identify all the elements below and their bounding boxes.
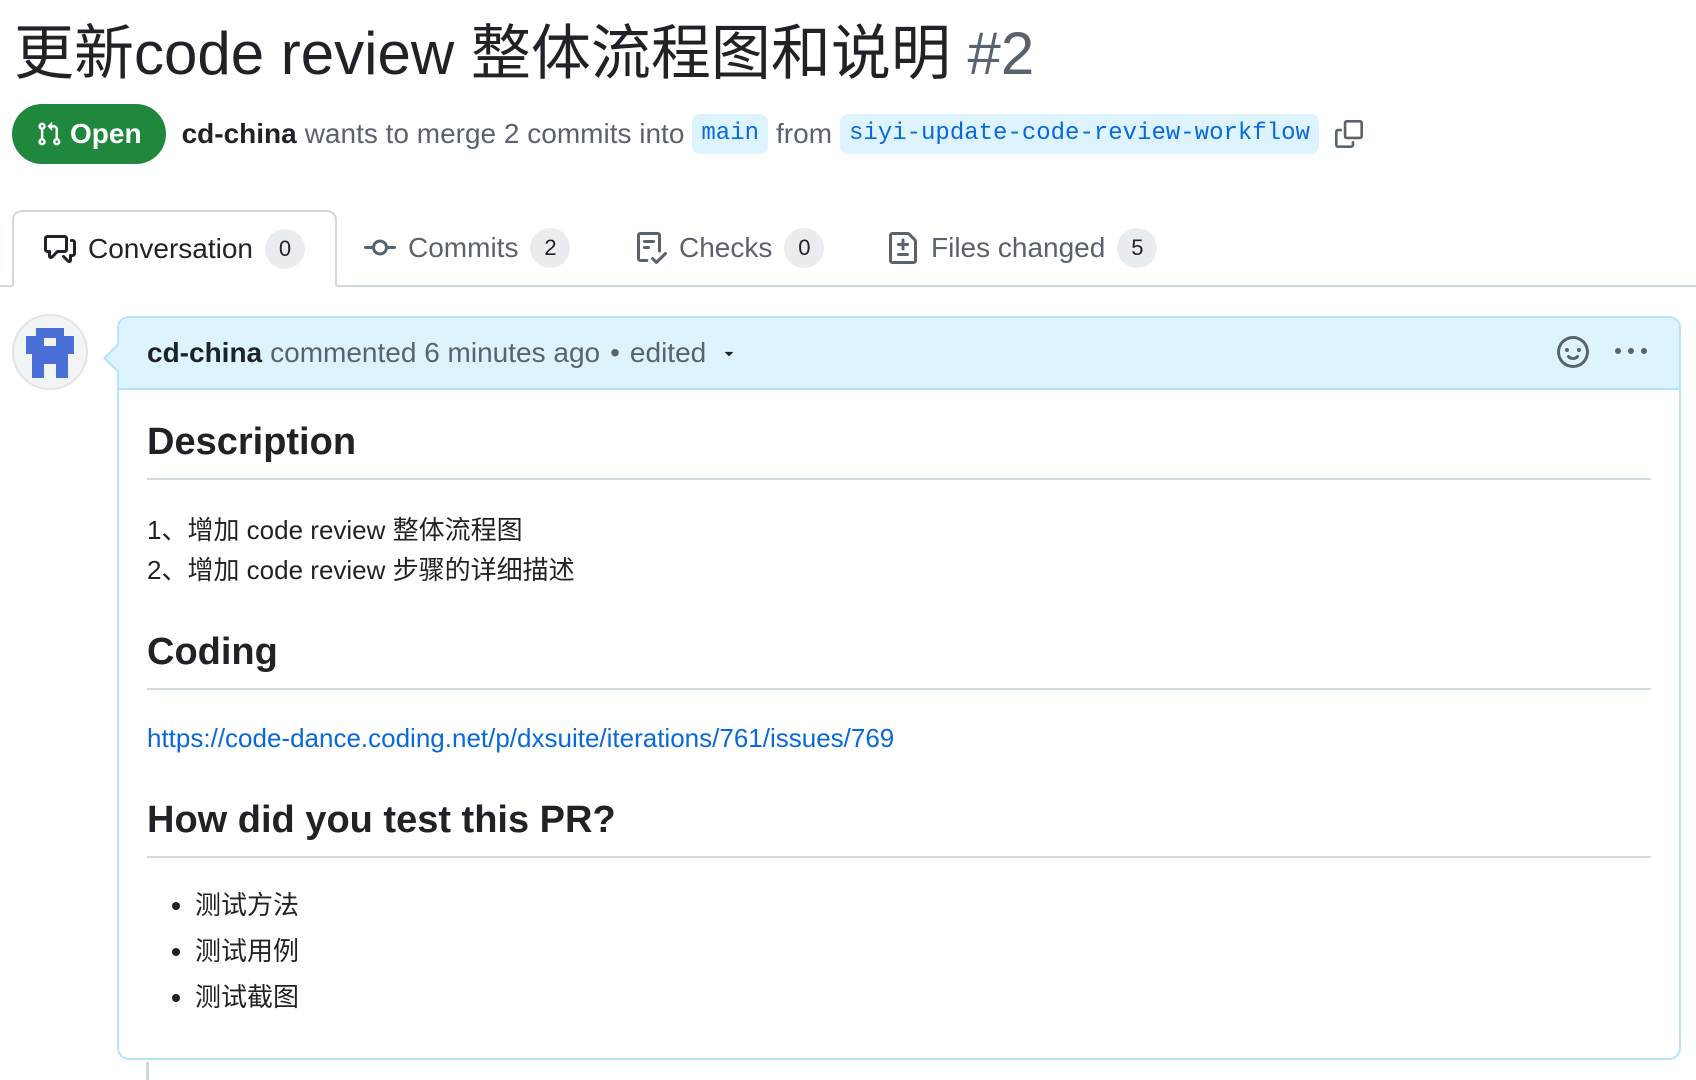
tab-conversation-counter: 0 xyxy=(264,228,305,269)
file-diff-icon xyxy=(889,231,917,264)
comment-discussion-icon xyxy=(44,234,76,263)
edited-label: edited xyxy=(629,337,707,368)
tab-checks-counter: 0 xyxy=(784,227,825,268)
pr-meta: Open cd-china wants to merge 2 commits i… xyxy=(12,104,1365,164)
tab-files-changed-counter: 5 xyxy=(1117,227,1158,268)
coding-issue-link[interactable]: https://code-dance.coding.net/p/dxsuite/… xyxy=(147,723,894,753)
tab-files-changed[interactable]: Files changed 5 xyxy=(857,210,1187,285)
checklist-icon xyxy=(637,231,667,264)
from-text: from xyxy=(776,118,833,149)
comment-header: cd-china commented 6 minutes ago • edite… xyxy=(119,318,1679,390)
comment-box: cd-china commented 6 minutes ago • edite… xyxy=(103,316,1681,1060)
state-badge: Open xyxy=(12,104,166,164)
avatar[interactable] xyxy=(12,314,88,390)
timeline-connector xyxy=(146,1062,149,1080)
testing-heading: How did you test this PR? xyxy=(147,796,1651,858)
copy-branch-button[interactable] xyxy=(1333,118,1365,150)
pr-title-text: 更新code review 整体流程图和说明 xyxy=(14,20,951,87)
comment-author-link[interactable]: cd-china xyxy=(147,337,262,369)
description-heading: Description xyxy=(147,418,1651,480)
coding-heading: Coding xyxy=(147,628,1651,690)
merge-text: wants to merge 2 commits into xyxy=(304,118,685,149)
description-line: 2、增加 code review 步骤的详细描述 xyxy=(147,555,575,585)
list-item: 测试方法 xyxy=(195,882,1651,928)
separator-dot: • xyxy=(610,337,620,368)
tab-conversation[interactable]: Conversation 0 xyxy=(12,210,337,287)
comment-body: Description 1、增加 code review 整体流程图 2、增加 … xyxy=(119,418,1679,1020)
git-pull-request-icon xyxy=(38,121,61,146)
caret-down-icon xyxy=(720,344,738,362)
base-branch[interactable]: main xyxy=(692,114,769,154)
smiley-icon[interactable] xyxy=(1557,336,1589,368)
tab-commits-counter: 2 xyxy=(530,227,571,268)
state-label: Open xyxy=(70,118,142,149)
pr-title: 更新code review 整体流程图和说明 #2 xyxy=(14,14,1034,94)
testing-list: 测试方法 测试用例 测试截图 xyxy=(147,882,1651,1020)
tab-files-changed-label: Files changed xyxy=(931,231,1106,263)
git-commit-icon xyxy=(364,239,396,255)
head-branch[interactable]: siyi-update-code-review-workflow xyxy=(840,114,1319,154)
tab-conversation-label: Conversation xyxy=(88,232,253,264)
pr-number: #2 xyxy=(967,20,1035,87)
description-line: 1、增加 code review 整体流程图 xyxy=(147,515,523,545)
tab-checks-label: Checks xyxy=(679,231,773,263)
pr-author-link[interactable]: cd-china xyxy=(182,118,297,150)
comment-timestamp[interactable]: commented 6 minutes ago xyxy=(270,337,600,369)
list-item: 测试用例 xyxy=(195,928,1651,974)
edited-dropdown[interactable]: edited xyxy=(630,337,738,369)
tab-checks[interactable]: Checks 0 xyxy=(605,210,854,285)
copy-icon xyxy=(1334,120,1363,148)
identicon-icon xyxy=(26,328,74,378)
pr-tabs: Conversation 0 Commits 2 Checks 0 Files … xyxy=(0,210,1696,287)
tab-commits-label: Commits xyxy=(408,231,519,263)
list-item: 测试截图 xyxy=(195,974,1651,1020)
kebab-horizontal-icon[interactable] xyxy=(1615,336,1647,368)
tab-commits[interactable]: Commits 2 xyxy=(334,210,600,285)
